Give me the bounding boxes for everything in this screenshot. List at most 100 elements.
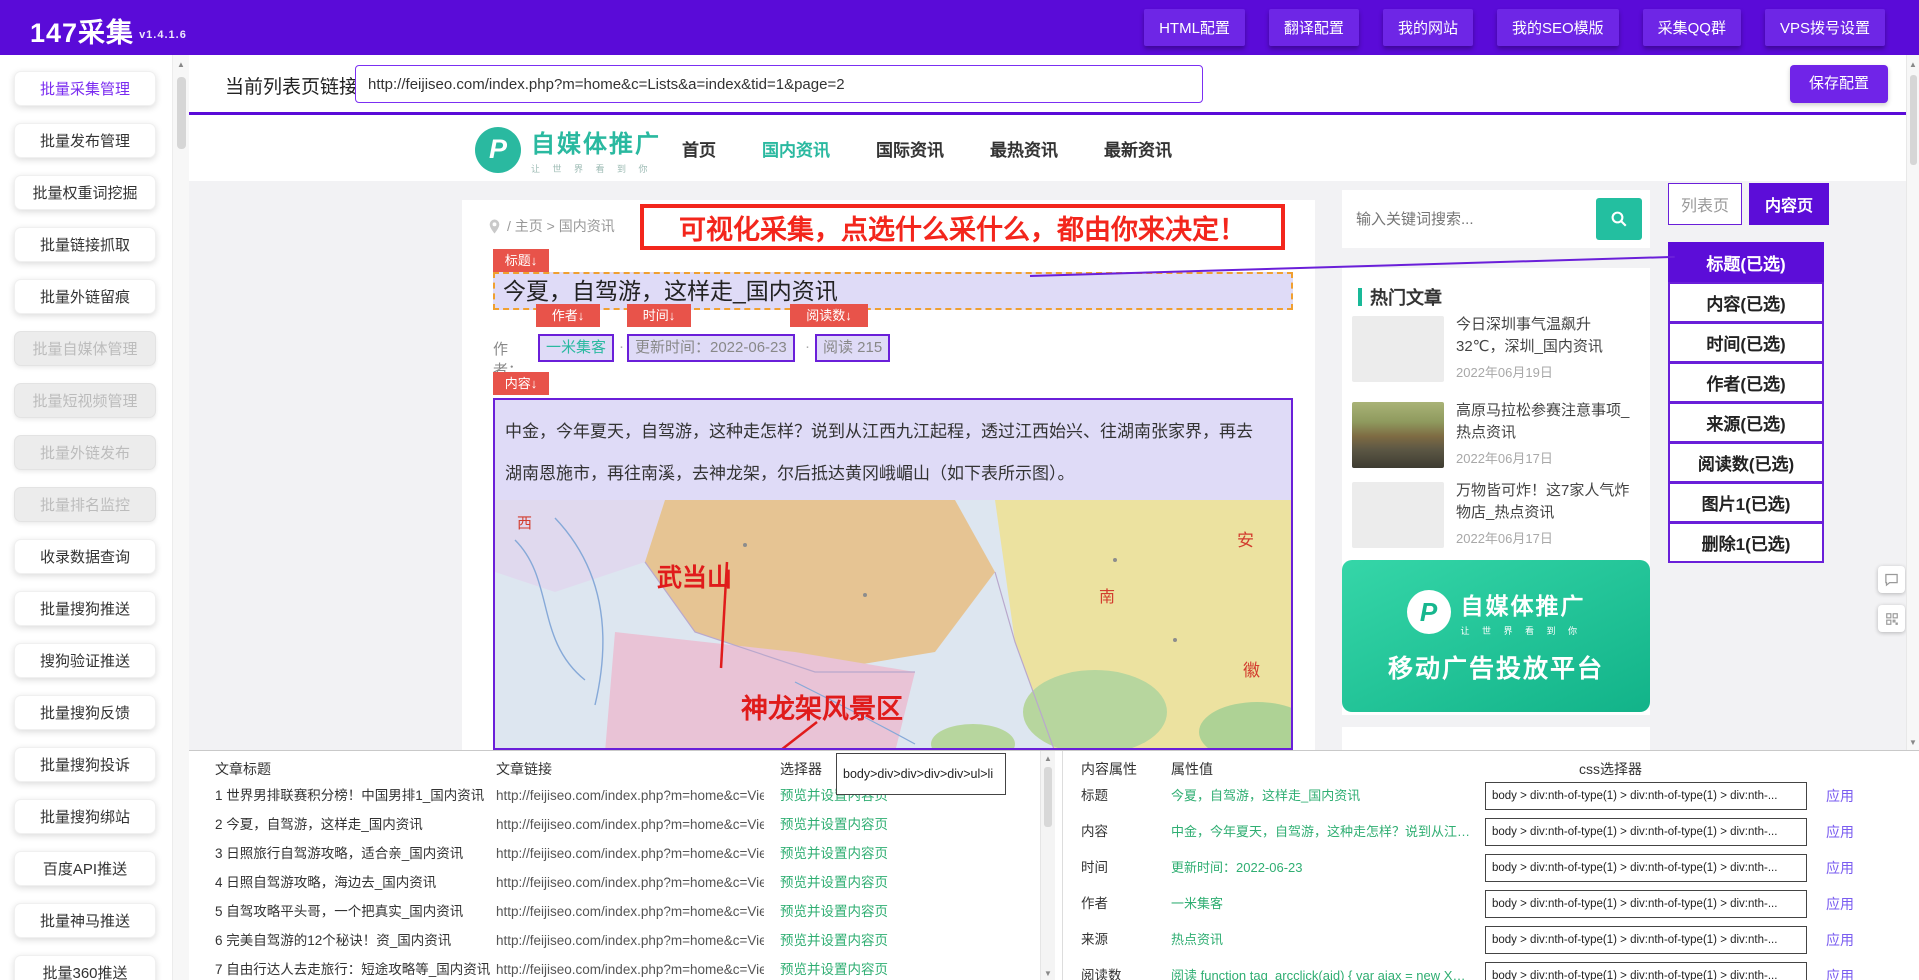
apply-link[interactable]: 应用 bbox=[1826, 961, 1854, 980]
row-link[interactable]: http://feijiseo.com/index.php?m=home&c=V… bbox=[496, 955, 764, 980]
field-content-selected[interactable]: 内容(已选) bbox=[1668, 282, 1824, 323]
sidebar-item-sogou-complaint[interactable]: 批量搜狗投诉 bbox=[14, 747, 156, 782]
field-delete1-selected[interactable]: 删除1(已选) bbox=[1668, 522, 1824, 563]
nav-latest-news[interactable]: 最新资讯 bbox=[1104, 136, 1172, 161]
article-content-selected[interactable]: 中金，今年夏天，自驾游，这种走怎样？说到从江西九江起程，透过江西始兴、往湖南张家… bbox=[493, 398, 1293, 750]
nav-home[interactable]: 首页 bbox=[682, 136, 716, 161]
map-label-shennongjia: 神龙架风景区 bbox=[741, 694, 903, 724]
row-link[interactable]: http://feijiseo.com/index.php?m=home&c=V… bbox=[496, 839, 764, 868]
tag-title-marker: 标题↓ bbox=[493, 249, 549, 272]
scroll-up-icon[interactable]: ▲ bbox=[1907, 55, 1919, 69]
menu-qq-group[interactable]: 采集QQ群 bbox=[1643, 9, 1741, 46]
row-link[interactable]: http://feijiseo.com/index.php?m=home&c=V… bbox=[496, 926, 764, 955]
sidebar-item-sogou-push[interactable]: 批量搜狗推送 bbox=[14, 591, 156, 626]
qr-code-icon[interactable] bbox=[1878, 605, 1905, 632]
menu-html-config[interactable]: HTML配置 bbox=[1144, 9, 1245, 46]
chat-bubble-icon[interactable] bbox=[1878, 566, 1905, 593]
css-selector-input[interactable] bbox=[1485, 962, 1807, 980]
keyword-search-input[interactable] bbox=[1356, 211, 1596, 228]
list-table-scrollbar-thumb[interactable] bbox=[1044, 767, 1052, 827]
prop-value: 今夏，自驾游，这样走_国内资讯 bbox=[1171, 781, 1471, 811]
hot-article-title[interactable]: 高原马拉松参赛注意事项_热点资讯 bbox=[1456, 400, 1636, 444]
field-title-selected[interactable]: 标题(已选) bbox=[1668, 242, 1824, 283]
hot-article-title[interactable]: 今日深圳事气温飙升32℃，深圳_国内资讯 bbox=[1456, 314, 1636, 358]
hot-article-item[interactable]: 万物皆可炸！这7家人气炸物店_热点资讯 2022年06月17日 bbox=[1352, 480, 1640, 552]
prop-value: 热点资讯 bbox=[1171, 925, 1471, 955]
preview-set-content-link[interactable]: 预览并设置内容页 bbox=[780, 868, 888, 897]
css-selector-input[interactable] bbox=[1485, 926, 1807, 954]
sidebar-scrollbar-thumb[interactable] bbox=[177, 77, 186, 149]
sidebar-item-keyword-mining[interactable]: 批量权重词挖掘 bbox=[14, 175, 156, 210]
row-link[interactable]: http://feijiseo.com/index.php?m=home&c=V… bbox=[496, 868, 764, 897]
scroll-down-icon[interactable]: ▼ bbox=[1907, 738, 1919, 747]
row-title: 1 世界男排联赛积分榜！中国男排1_国内资讯 bbox=[215, 781, 493, 810]
ad-banner[interactable]: P 自媒体推广 让 世 界 看 到 你 移动广告投放平台 bbox=[1342, 560, 1650, 712]
sidebar-item-baidu-api-push[interactable]: 百度API推送 bbox=[14, 851, 156, 886]
scroll-up-icon[interactable]: ▲ bbox=[1041, 754, 1055, 763]
save-config-button[interactable]: 保存配置 bbox=[1790, 65, 1888, 103]
article-title-selected[interactable]: 今夏，自驾游，这样走_国内资讯 bbox=[493, 272, 1293, 310]
apply-link[interactable]: 应用 bbox=[1826, 925, 1854, 955]
page-scrollbar[interactable]: ▲ ▼ bbox=[1906, 55, 1919, 750]
location-pin-icon bbox=[488, 219, 501, 234]
list-selector-input[interactable] bbox=[836, 753, 1006, 795]
list-page-url-input[interactable] bbox=[355, 65, 1203, 103]
scroll-down-icon[interactable]: ▼ bbox=[1041, 969, 1055, 978]
css-selector-input[interactable] bbox=[1485, 890, 1807, 918]
menu-vps-dial[interactable]: VPS拨号设置 bbox=[1765, 9, 1885, 46]
field-time-selected[interactable]: 时间(已选) bbox=[1668, 322, 1824, 363]
preview-set-content-link[interactable]: 预览并设置内容页 bbox=[780, 897, 888, 926]
nav-hottest-news[interactable]: 最热资讯 bbox=[990, 136, 1058, 161]
preview-set-content-link[interactable]: 预览并设置内容页 bbox=[780, 839, 888, 868]
article-reads-selected[interactable]: 阅读 215 bbox=[815, 334, 890, 362]
scroll-up-icon[interactable]: ▲ bbox=[173, 55, 189, 69]
field-author-selected[interactable]: 作者(已选) bbox=[1668, 362, 1824, 403]
hot-article-item[interactable]: 高原马拉松参赛注意事项_热点资讯 2022年06月17日 bbox=[1352, 400, 1640, 472]
sidebar-item-link-grab[interactable]: 批量链接抓取 bbox=[14, 227, 156, 262]
sidebar-item-sogou-verify-push[interactable]: 搜狗验证推送 bbox=[14, 643, 156, 678]
sidebar-scrollbar[interactable]: ▲ bbox=[172, 55, 189, 980]
sidebar-item-360-push[interactable]: 批量360推送 bbox=[14, 955, 156, 980]
search-button[interactable] bbox=[1596, 198, 1642, 240]
article-time-selected[interactable]: 更新时间：2022-06-23 bbox=[627, 334, 795, 362]
menu-my-sites[interactable]: 我的网站 bbox=[1383, 9, 1473, 46]
row-link[interactable]: http://feijiseo.com/index.php?m=home&c=V… bbox=[496, 810, 764, 839]
hot-article-item[interactable]: 今日深圳事气温飙升32℃，深圳_国内资讯 2022年06月19日 bbox=[1352, 314, 1640, 386]
css-selector-input[interactable] bbox=[1485, 818, 1807, 846]
sidebar-item-sogou-feedback[interactable]: 批量搜狗反馈 bbox=[14, 695, 156, 730]
site-logo[interactable]: P 自媒体推广 让 世 界 看 到 你 bbox=[475, 124, 661, 175]
row-link[interactable]: http://feijiseo.com/index.php?m=home&c=V… bbox=[496, 781, 764, 810]
breadcrumb[interactable]: / 主页 > 国内资讯 bbox=[488, 216, 615, 236]
preview-set-content-link[interactable]: 预览并设置内容页 bbox=[780, 926, 888, 955]
apply-link[interactable]: 应用 bbox=[1826, 889, 1854, 919]
sidebar-item-shenma-push[interactable]: 批量神马推送 bbox=[14, 903, 156, 938]
list-table-scrollbar[interactable]: ▲ ▼ bbox=[1040, 751, 1055, 980]
field-reads-selected[interactable]: 阅读数(已选) bbox=[1668, 442, 1824, 483]
sidebar-item-sogou-bind[interactable]: 批量搜狗绑站 bbox=[14, 799, 156, 834]
sidebar-item-backlink-trace[interactable]: 批量外链留痕 bbox=[14, 279, 156, 314]
article-author-selected[interactable]: 一米集客 bbox=[538, 334, 614, 362]
menu-seo-templates[interactable]: 我的SEO模版 bbox=[1497, 9, 1619, 46]
tab-content-page[interactable]: 内容页 bbox=[1749, 183, 1829, 225]
apply-link[interactable]: 应用 bbox=[1826, 853, 1854, 883]
hot-articles-title: 热门文章 bbox=[1370, 284, 1442, 310]
sidebar-item-collect-manage[interactable]: 批量采集管理 bbox=[14, 71, 156, 106]
hot-article-title[interactable]: 万物皆可炸！这7家人气炸物店_热点资讯 bbox=[1456, 480, 1636, 524]
field-source-selected[interactable]: 来源(已选) bbox=[1668, 402, 1824, 443]
preview-set-content-link[interactable]: 预览并设置内容页 bbox=[780, 955, 888, 980]
apply-link[interactable]: 应用 bbox=[1826, 817, 1854, 847]
row-title: 3 日照旅行自驾游攻略，适合亲_国内资讯 bbox=[215, 839, 493, 868]
nav-international-news[interactable]: 国际资讯 bbox=[876, 136, 944, 161]
css-selector-input[interactable] bbox=[1485, 854, 1807, 882]
nav-domestic-news[interactable]: 国内资讯 bbox=[762, 136, 830, 161]
row-link[interactable]: http://feijiseo.com/index.php?m=home&c=V… bbox=[496, 897, 764, 926]
tab-list-page[interactable]: 列表页 bbox=[1668, 183, 1742, 225]
apply-link[interactable]: 应用 bbox=[1826, 781, 1854, 811]
field-image1-selected[interactable]: 图片1(已选) bbox=[1668, 482, 1824, 523]
preview-set-content-link[interactable]: 预览并设置内容页 bbox=[780, 810, 888, 839]
sidebar-item-index-query[interactable]: 收录数据查询 bbox=[14, 539, 156, 574]
css-selector-input[interactable] bbox=[1485, 782, 1807, 810]
sidebar-item-publish-manage[interactable]: 批量发布管理 bbox=[14, 123, 156, 158]
page-scrollbar-thumb[interactable] bbox=[1910, 75, 1917, 165]
menu-translate-config[interactable]: 翻译配置 bbox=[1269, 9, 1359, 46]
